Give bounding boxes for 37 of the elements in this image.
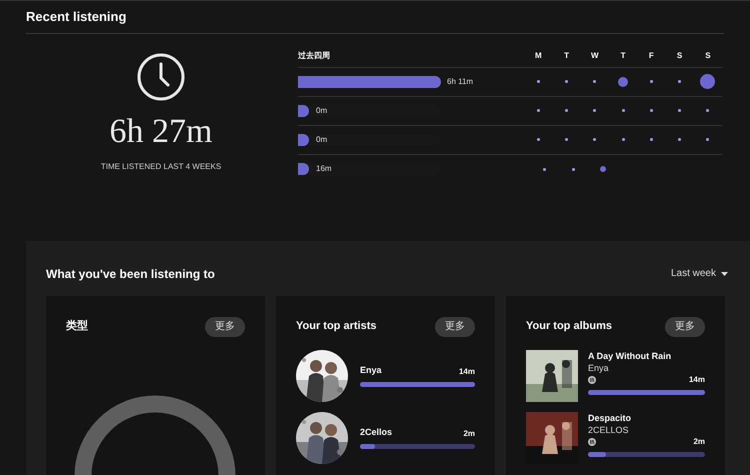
play-time: 14m [688,374,705,386]
album-artist: 2CELLOS [588,424,630,436]
clock-icon [136,52,186,102]
card-title: 类型 [66,318,88,334]
badge-icon [588,438,596,446]
play-time: 2m [693,436,705,448]
more-button[interactable]: 更多 [665,316,705,336]
play-time: 14m [458,366,475,378]
day-label: T [620,50,627,62]
artist-name[interactable]: 2Cellos [360,426,392,440]
period-dropdown[interactable]: Last week [670,266,728,281]
week-time: 0m [316,134,328,146]
artist-name[interactable]: Enya [360,364,382,378]
day-label: W [590,50,600,62]
album-artist: Enya [588,362,610,374]
day-label: T [563,50,570,62]
more-button[interactable]: 更多 [435,316,475,336]
play-time: 2m [463,428,475,440]
time-caption: TIME LISTENED LAST 4 WEEKS [100,160,222,172]
week-time: 0m [316,104,328,116]
day-label: S [704,50,712,62]
card-title: Your top albums [526,319,612,334]
weeks-header: 过去四周 [298,50,331,62]
section-title: Recent listening [26,1,724,34]
day-label: M [534,50,543,62]
day-label: S [676,50,684,62]
more-button[interactable]: 更多 [205,316,245,336]
caret-icon [721,272,728,276]
day-label: F [648,50,655,62]
week-time: 16m [316,163,332,175]
total-time: 6h 27m [110,112,212,152]
card-title: Your top artists [296,319,376,334]
album-title[interactable]: Despacito [588,412,705,424]
week-time: 6h 11m [447,76,474,88]
album-title[interactable]: A Day Without Rain [588,350,705,362]
section-title: What you've been listening to [46,266,215,282]
badge-icon [588,376,596,384]
